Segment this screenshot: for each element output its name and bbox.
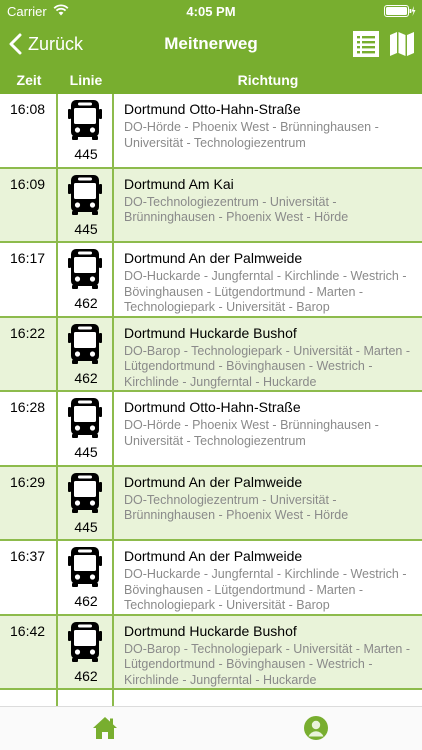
departure-row[interactable]: 16:22 462 Dortmund Huckarde Bushof DO-Bar… [0,317,422,392]
line-number: 462 [74,369,98,386]
destination: Dortmund Am Kai [124,175,234,192]
map-icon[interactable] [389,31,415,57]
departure-time: 16:29 [10,473,46,490]
line-number: 462 [74,667,98,684]
departure-time: 16:28 [10,399,46,415]
bus-icon [68,472,102,513]
destination: Dortmund Huckarde Bushof [124,324,297,341]
route-stops: DO-Barop - Technologiepark - Universität… [124,343,410,389]
line-number: 445 [74,220,98,237]
departure-time: 16:42 [10,622,46,639]
status-bar: Carrier 4:05 PM [0,0,422,22]
bus-icon [68,547,102,587]
departure-row[interactable]: 16:28 445 Dortmund Otto-Hahn-Straße DO-Hö… [0,392,422,467]
destination: Dortmund An der Palmweide [124,548,303,564]
line-number: 462 [74,295,98,311]
route-stops: DO-Technologiezentrum - Universität - Br… [124,194,349,225]
destination: Dortmund Otto-Hahn-Straße [124,101,301,117]
departure-row-partial[interactable] [0,690,422,706]
profile-icon[interactable] [303,715,329,741]
bus-icon [68,100,102,140]
line-number: 445 [74,444,98,460]
departure-row[interactable]: 16:42 462 Dortmund Huckarde Bushof DO-Bar… [0,615,422,690]
bus-icon [68,621,102,662]
departure-row[interactable]: 16:29 445 Dortmund An der Palmweide DO-Te… [0,466,422,541]
departure-row[interactable]: 16:09 445 Dortmund Am Kai DO-Technologiez… [0,168,422,243]
line-number: 445 [74,146,98,162]
navigation-bar: Zurück Meitnerweg [0,22,422,66]
bus-icon [68,398,102,438]
departure-time: 16:08 [10,101,46,117]
bus-icon [68,249,102,289]
column-header-line: Linie [69,72,103,88]
line-number: 445 [74,518,98,535]
route-stops: DO-Huckarde - Jungferntal - Kirchlinde -… [124,269,407,314]
column-header-direction: Richtung [237,72,299,88]
route-stops: DO-Technologiezentrum - Universität - Br… [124,492,349,523]
line-number: 462 [74,593,98,609]
route-stops: DO-Hörde - Phoenix West - Brünninghausen… [124,120,379,150]
destination: Dortmund Huckarde Bushof [124,622,297,639]
bus-icon [68,174,102,215]
departure-time: 16:09 [10,175,46,192]
departure-time: 16:37 [10,548,46,564]
route-stops: DO-Huckarde - Jungferntal - Kirchlinde -… [124,567,407,612]
departure-row[interactable]: 16:37 462 Dortmund An der Palmweide DO-Hu… [0,541,422,616]
tab-bar [0,706,422,750]
destination: Dortmund An der Palmweide [124,473,303,490]
route-stops: DO-Hörde - Phoenix West - Brünninghausen… [124,418,379,448]
departure-time: 16:17 [10,250,46,266]
list-view-icon[interactable] [353,31,379,57]
departure-row[interactable]: 16:17 462 Dortmund An der Palmweide DO-Hu… [0,243,422,318]
departure-list[interactable]: 16:08 445 Dortmund Otto-Hahn-Straße DO-Hö… [0,94,422,706]
column-header: Zeit Linie Richtung [0,66,422,94]
bus-icon [68,323,102,364]
home-icon[interactable] [92,715,118,741]
destination: Dortmund An der Palmweide [124,250,303,266]
departure-row[interactable]: 16:08 445 Dortmund Otto-Hahn-Straße DO-Hö… [0,94,422,169]
battery-icon [384,5,416,17]
departure-time: 16:22 [10,324,46,341]
route-stops: DO-Barop - Technologiepark - Universität… [124,641,410,687]
destination: Dortmund Otto-Hahn-Straße [124,399,301,415]
column-header-time: Zeit [16,72,42,88]
status-time: 4:05 PM [186,4,236,19]
